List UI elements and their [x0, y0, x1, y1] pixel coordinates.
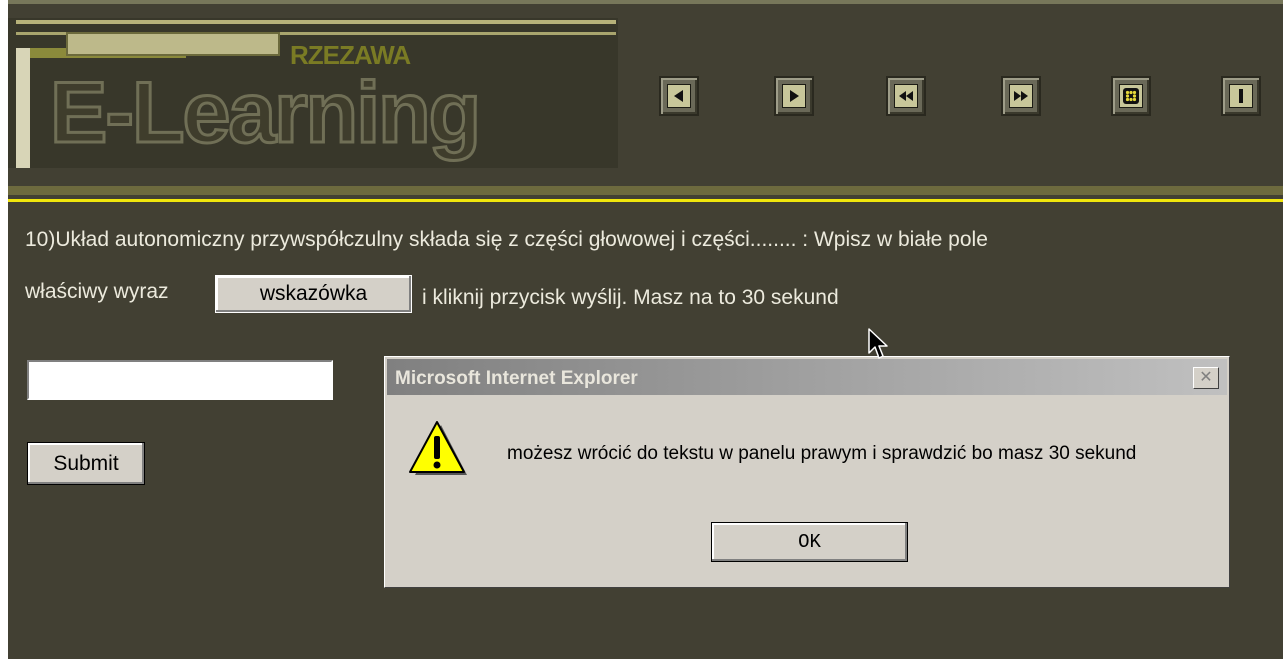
- question-text-line2: właściwy wyraz: [25, 280, 169, 303]
- nav-previous-button[interactable]: [659, 76, 699, 116]
- mouse-cursor-icon: [868, 328, 890, 367]
- previous-icon: [667, 84, 691, 108]
- header-divider: [8, 186, 1283, 195]
- question-text-line2-end: i kliknij przycisk wyślij. Masz na to 30…: [422, 286, 839, 309]
- next-icon: [782, 84, 806, 108]
- nav-rewind-button[interactable]: [886, 76, 926, 116]
- dialog-titlebar[interactable]: Microsoft Internet Explorer ✕: [387, 359, 1227, 395]
- question-text: 10)Układ autonomiczny przywspółczulny sk…: [25, 228, 988, 251]
- hint-button[interactable]: wskazówka: [215, 275, 412, 313]
- rewind-icon: [894, 84, 918, 108]
- alert-dialog: Microsoft Internet Explorer ✕ możesz wró…: [384, 356, 1230, 588]
- nav-info-button[interactable]: [1221, 76, 1261, 116]
- dialog-close-button[interactable]: ✕: [1193, 367, 1219, 389]
- logo-title: E-Learning: [48, 64, 482, 163]
- dialog-message: możesz wrócić do tekstu w panelu prawym …: [507, 443, 1137, 464]
- nav-fast-forward-button[interactable]: [1001, 76, 1041, 116]
- submit-button[interactable]: Submit: [27, 442, 145, 485]
- menu-grid-icon: [1119, 84, 1143, 108]
- elearning-logo: RZEZAWA E-Learning: [8, 18, 618, 168]
- logo-bar: [66, 32, 280, 56]
- logo-vertical-bar: [16, 48, 30, 168]
- dialog-title: Microsoft Internet Explorer: [395, 368, 638, 389]
- info-icon: [1229, 84, 1253, 108]
- window-left-edge: [0, 0, 8, 659]
- nav-next-button[interactable]: [774, 76, 814, 116]
- warning-icon: [407, 419, 469, 486]
- header-yellow-line: [8, 199, 1283, 202]
- nav-menu-button[interactable]: [1111, 76, 1151, 116]
- logo-bar: [16, 20, 616, 24]
- answer-input[interactable]: [27, 360, 333, 400]
- ok-button[interactable]: OK: [711, 522, 908, 562]
- fast-forward-icon: [1009, 84, 1033, 108]
